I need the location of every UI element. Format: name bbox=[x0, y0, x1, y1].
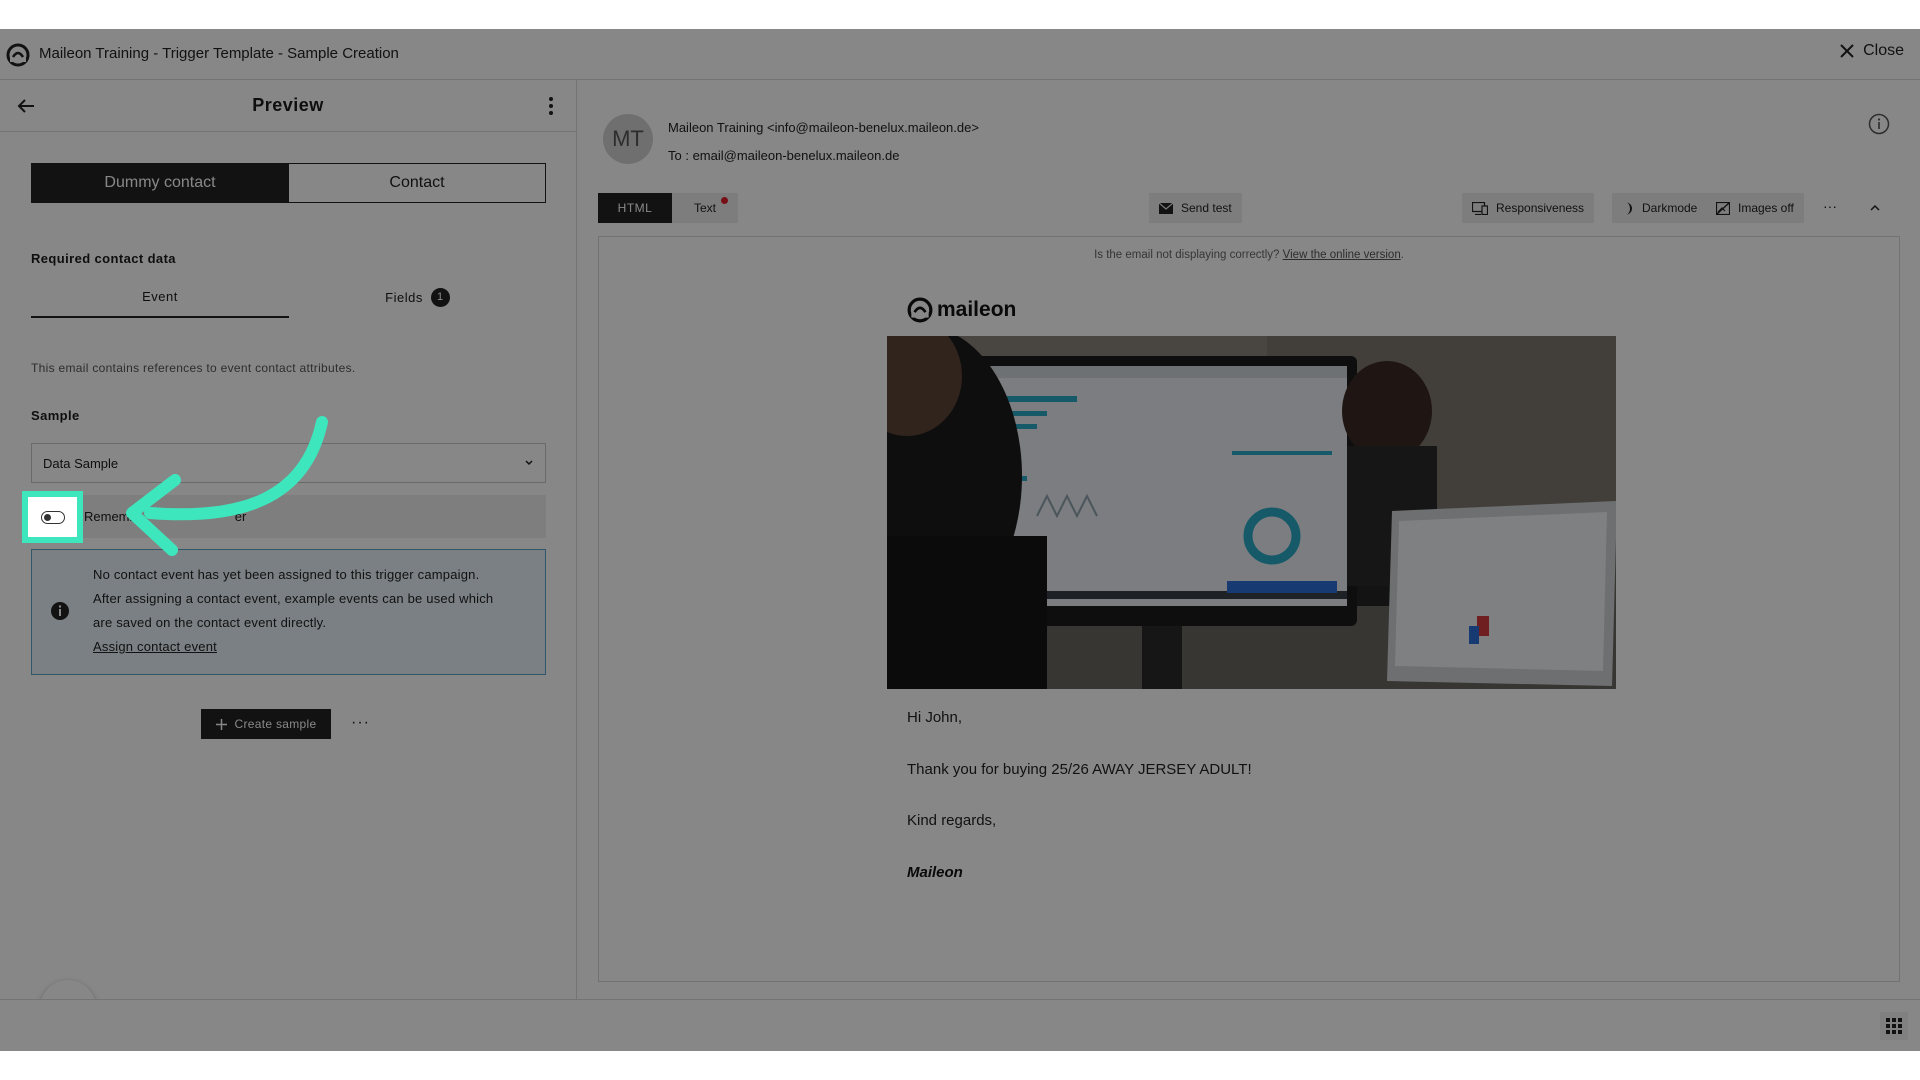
remember-row: Rememb er bbox=[31, 495, 546, 538]
darkmode-label: Darkmode bbox=[1642, 201, 1698, 215]
info-line-1: No contact event has yet been assigned t… bbox=[93, 567, 480, 582]
more-tools-icon[interactable]: ··· bbox=[1823, 198, 1837, 214]
send-test-label: Send test bbox=[1181, 201, 1232, 215]
segment-contact[interactable]: Contact bbox=[288, 164, 545, 202]
devices-icon bbox=[1472, 201, 1488, 215]
app-window: Maileon Training - Trigger Template - Sa… bbox=[0, 29, 1920, 1051]
moon-icon bbox=[1626, 202, 1632, 214]
hero-office-photo bbox=[887, 336, 1616, 689]
email-preview-area: MT Maileon Training <info@maileon-benelu… bbox=[577, 80, 1920, 999]
apps-grid-icon[interactable] bbox=[1880, 1012, 1908, 1040]
email-greeting: Hi John, bbox=[907, 709, 963, 726]
email-regards: Kind regards, bbox=[907, 812, 997, 829]
sender-avatar: MT bbox=[603, 114, 653, 164]
sample-select[interactable]: Data Sample bbox=[31, 443, 546, 483]
email-body-text: Thank you for buying 25/26 AWAY JERSEY A… bbox=[907, 761, 1252, 778]
close-label: Close bbox=[1863, 42, 1904, 59]
preview-toolbar: HTML Text Send test Responsiveness Darkm… bbox=[598, 193, 1899, 223]
grid-dots-icon bbox=[1886, 1018, 1902, 1034]
panel-header: Preview bbox=[0, 80, 576, 132]
send-test-button[interactable]: Send test bbox=[1149, 193, 1242, 223]
images-off-label: Images off bbox=[1738, 201, 1794, 215]
close-button[interactable]: Close bbox=[1839, 42, 1904, 60]
notice-text: Is the email not displaying correctly? bbox=[1094, 249, 1280, 261]
notification-dot bbox=[721, 197, 728, 204]
info-line-3: are saved on the contact event directly. bbox=[93, 615, 327, 630]
create-sample-button[interactable]: Create sample bbox=[201, 709, 331, 739]
preview-side-panel: Preview Dummy contact Contact Required c… bbox=[0, 80, 577, 1042]
assign-contact-event-link[interactable]: Assign contact event bbox=[93, 635, 217, 659]
email-render-frame: Is the email not displaying correctly? V… bbox=[598, 236, 1900, 982]
remember-toggle-switch[interactable] bbox=[40, 510, 65, 524]
chevron-down-icon bbox=[525, 460, 533, 466]
image-off-icon bbox=[1716, 201, 1730, 215]
title-bar: Maileon Training - Trigger Template - Sa… bbox=[0, 29, 1920, 80]
segment-dummy-contact[interactable]: Dummy contact bbox=[32, 164, 288, 202]
tab-html[interactable]: HTML bbox=[598, 193, 672, 223]
brand-logo: maileon bbox=[907, 297, 1016, 323]
email-from: Maileon Training <info@maileon-benelux.m… bbox=[668, 120, 979, 135]
tab-event[interactable]: Event bbox=[31, 276, 289, 318]
darkmode-button[interactable]: Darkmode bbox=[1612, 193, 1708, 223]
info-icon bbox=[51, 602, 69, 620]
more-options-icon[interactable]: ··· bbox=[351, 714, 370, 732]
sample-heading: Sample bbox=[31, 408, 80, 423]
tab-fields[interactable]: Fields 1 bbox=[289, 276, 546, 318]
email-signature: Maileon bbox=[907, 864, 963, 881]
required-contact-data-heading: Required contact data bbox=[31, 251, 176, 266]
responsiveness-button[interactable]: Responsiveness bbox=[1462, 193, 1595, 223]
tab-text[interactable]: Text bbox=[672, 193, 738, 223]
plus-icon bbox=[215, 718, 227, 730]
remember-label: Rememb bbox=[84, 509, 137, 524]
contact-type-toggle: Dummy contact Contact bbox=[31, 163, 546, 203]
maileon-logo-icon bbox=[6, 43, 30, 67]
status-bar bbox=[0, 999, 1920, 1051]
brand-name: maileon bbox=[937, 298, 1017, 321]
sample-select-value: Data Sample bbox=[43, 455, 119, 471]
window-title: Maileon Training - Trigger Template - Sa… bbox=[39, 45, 399, 62]
info-text: No contact event has yet been assigned t… bbox=[93, 563, 533, 659]
close-icon bbox=[1840, 44, 1854, 58]
remember-toggle-highlight[interactable] bbox=[22, 491, 83, 543]
tab-fields-label: Fields bbox=[385, 289, 423, 305]
images-off-button[interactable]: Images off bbox=[1706, 193, 1804, 223]
info-notice: No contact event has yet been assigned t… bbox=[31, 549, 546, 675]
tab-event-label: Event bbox=[142, 288, 178, 304]
responsiveness-label: Responsiveness bbox=[1496, 201, 1585, 215]
fields-count-badge: 1 bbox=[430, 287, 450, 307]
online-version-link[interactable]: View the online version bbox=[1283, 249, 1401, 261]
contact-data-tabs: Event Fields 1 bbox=[31, 276, 546, 318]
info-line-2: After assigning a contact event, example… bbox=[93, 591, 494, 606]
maileon-logo-icon bbox=[907, 297, 933, 323]
mail-icon bbox=[1159, 202, 1173, 214]
tab-text-label: Text bbox=[693, 201, 716, 215]
remember-label-tail: er bbox=[234, 509, 247, 524]
panel-title: Preview bbox=[252, 95, 324, 115]
online-version-notice: Is the email not displaying correctly? V… bbox=[1094, 249, 1404, 261]
info-circle-icon[interactable] bbox=[1868, 113, 1890, 135]
email-to: To : email@maileon-benelux.maileon.de bbox=[668, 148, 900, 163]
chevron-up-icon[interactable] bbox=[1868, 201, 1882, 215]
create-sample-label: Create sample bbox=[234, 717, 317, 731]
event-note: This email contains references to event … bbox=[31, 361, 356, 375]
kebab-menu-icon[interactable] bbox=[548, 96, 554, 116]
